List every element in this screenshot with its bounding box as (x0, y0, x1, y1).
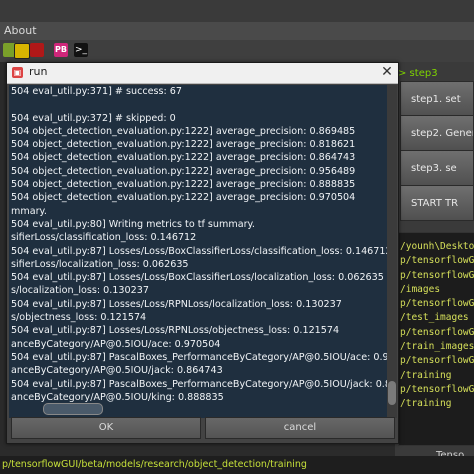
horizontal-scroll-thumb[interactable] (43, 403, 103, 415)
log-line: p/tensorflowGUI/be (400, 269, 474, 281)
toolbar (0, 40, 474, 63)
log-line: p/tensorflowGUI/be (400, 298, 474, 310)
log-line: /younh\Desktop\tens (400, 241, 474, 252)
close-icon[interactable]: ✕ (379, 64, 395, 80)
menu-bar: About (0, 22, 474, 40)
console-line: 504 eval_util.py:87] Losses/Loss/RPNLoss… (11, 325, 340, 337)
console-line: s/objectness_loss: 0.121574 (11, 312, 147, 324)
console-line: s/localization_loss: 0.130237 (11, 285, 149, 297)
console-line: 504 object_detection_evaluation.py:1222]… (11, 125, 356, 137)
pb-icon[interactable]: PB (54, 43, 68, 57)
menu-about[interactable]: About (4, 24, 37, 37)
cancel-button[interactable]: cancel (205, 417, 395, 439)
ok-button[interactable]: OK (11, 417, 201, 439)
console-line: 504 eval_util.py:80] Writing metrics to … (11, 218, 255, 230)
java-app-icon: ▣ (12, 67, 23, 78)
status-path: p/tensorflowGUI/beta/models/research/obj… (2, 459, 307, 470)
console-line: 504 eval_util.py:87] Losses/Loss/BoxClas… (11, 272, 384, 284)
run-dialog: ▣ run ✕ 504 eval_util.py:371] # success:… (6, 62, 399, 444)
log-line: p/tensorflowGUI/be (400, 383, 474, 395)
console-line: anceByCategory/AP@0.5IOU/jack: 0.864743 (11, 365, 223, 377)
log-line: /test_images (400, 312, 469, 324)
vertical-scroll-thumb[interactable] (388, 381, 396, 405)
console-line: mmary. (11, 205, 47, 217)
dialog-titlebar: ▣ run ✕ (7, 63, 398, 84)
console-line: 504 object_detection_evaluation.py:1222]… (11, 139, 356, 151)
console-line: sifierLoss/classification_loss: 0.146712 (11, 232, 197, 244)
console-line: anceByCategory/AP@0.5IOU/ace: 0.970504 (11, 338, 221, 350)
console-line: 504 eval_util.py:87] Losses/Loss/RPNLoss… (11, 298, 342, 310)
dialog-title: run (29, 65, 48, 78)
log-line: /training (400, 369, 452, 381)
step3-button[interactable]: step3. se (400, 150, 474, 186)
console-line: 504 object_detection_evaluation.py:1222]… (11, 152, 356, 164)
log-line: p/tensorflowGUI/be (400, 326, 474, 338)
log-line: /images (400, 283, 441, 295)
step1-button[interactable]: step1. set (400, 81, 474, 117)
console-line: 504 object_detection_evaluation.py:1222]… (11, 192, 356, 204)
console-line: 504 eval_util.py:87] PascalBoxes_Perform… (11, 378, 387, 390)
vertical-scrollbar[interactable] (387, 85, 397, 418)
console-line: sifierLoss/localization_loss: 0.062635 (11, 258, 189, 270)
log-lines: /younh\Desktop\tens p/tensorflowGUI/be p/t… (400, 240, 474, 412)
log-line: /training (400, 398, 452, 410)
search-icon[interactable] (14, 43, 30, 59)
red-flag-icon[interactable] (30, 43, 44, 57)
console-line: 504 eval_util.py:371] # success: 67 (11, 86, 183, 97)
step2-button[interactable]: step2. Generate (400, 115, 474, 151)
window-top-strip (0, 0, 474, 22)
console-output[interactable]: 504 eval_util.py:371] # success: 67 504 e… (9, 85, 387, 418)
console-line: 504 object_detection_evaluation.py:1222]… (11, 179, 356, 191)
step-indicator: > step3 (398, 68, 438, 79)
start-train-button[interactable]: START TR (400, 185, 474, 221)
terminal-icon[interactable]: >_ (74, 43, 88, 57)
console-line: 504 eval_util.py:87] Losses/Loss/BoxClas… (11, 245, 387, 257)
log-line: p/tensorflowGUI/be (400, 355, 474, 367)
log-line: p/tensorflowGUI/be (400, 255, 474, 267)
console-line: 504 eval_util.py:87] PascalBoxes_Perform… (11, 351, 387, 363)
log-line: /train_images (400, 341, 474, 353)
console-line: 504 eval_util.py:372] # skipped: 0 (11, 112, 176, 124)
horizontal-scrollbar[interactable] (9, 403, 387, 415)
console-line: 504 object_detection_evaluation.py:1222]… (11, 165, 356, 177)
